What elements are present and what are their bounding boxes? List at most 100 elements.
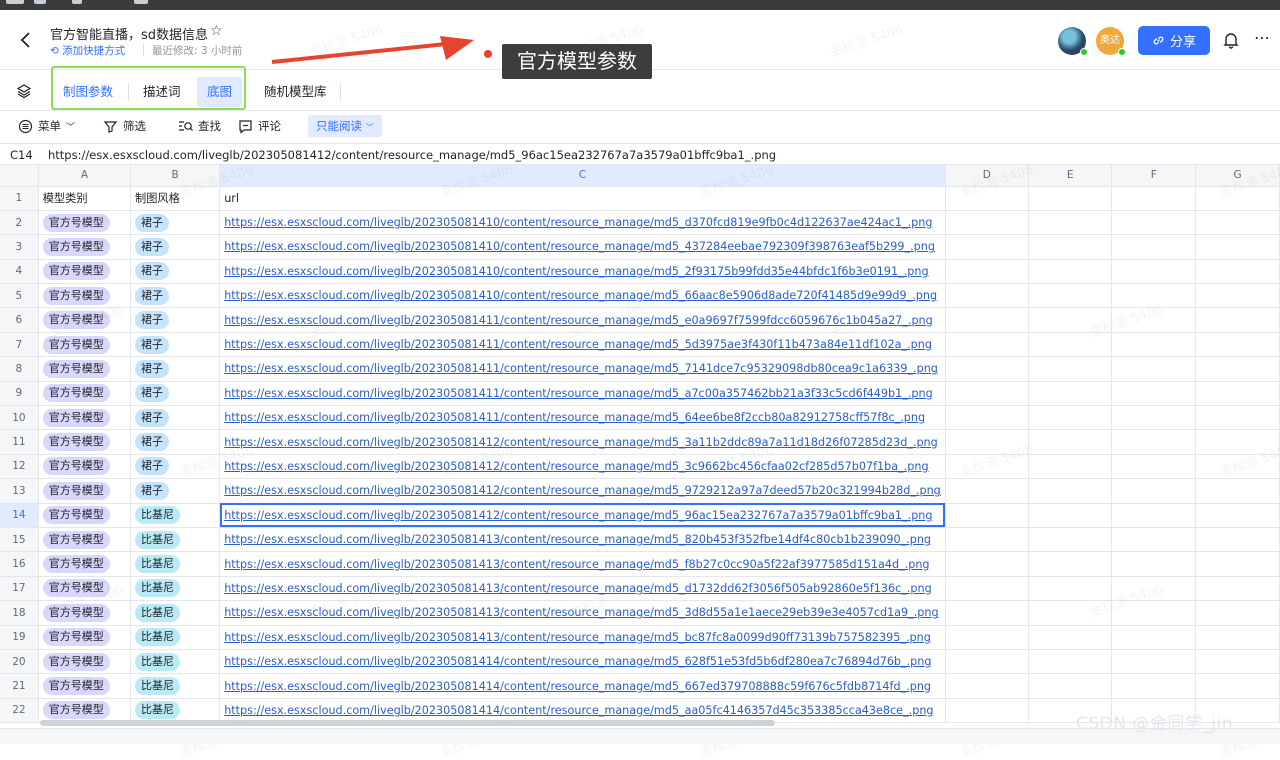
cell-category[interactable]: 官方号模型	[38, 429, 132, 455]
cell[interactable]	[1028, 600, 1113, 626]
cell-style[interactable]: 裙子	[130, 259, 221, 285]
cell[interactable]	[1111, 454, 1197, 480]
cell[interactable]	[1195, 576, 1280, 602]
cell[interactable]	[1111, 283, 1197, 309]
cell-category[interactable]: 官方号模型	[38, 527, 132, 553]
star-icon[interactable]: ☆	[210, 23, 223, 39]
cell-category[interactable]: 官方号模型	[38, 649, 132, 675]
cell-style[interactable]: 比基尼	[130, 673, 221, 699]
cell-url[interactable]: https://esx.esxscloud.com/liveglb/202305…	[219, 454, 946, 480]
cell-category[interactable]: 官方号模型	[38, 381, 132, 407]
cell-style[interactable]: 裙子	[130, 356, 221, 382]
cell[interactable]	[945, 551, 1029, 577]
cell[interactable]	[1111, 259, 1197, 285]
cell[interactable]	[1111, 551, 1197, 577]
cell-style[interactable]: 裙子	[130, 283, 221, 309]
cell-style[interactable]: 比基尼	[130, 576, 221, 602]
cell[interactable]	[1028, 307, 1113, 333]
row-number[interactable]: 8	[0, 356, 39, 382]
cell[interactable]	[1111, 649, 1197, 675]
cell[interactable]	[945, 698, 1029, 723]
url-link[interactable]: https://esx.esxscloud.com/liveglb/202305…	[224, 216, 932, 229]
cell[interactable]	[1111, 210, 1197, 236]
cell-url[interactable]: https://esx.esxscloud.com/liveglb/202305…	[219, 576, 946, 602]
horizontal-scrollbar[interactable]	[40, 720, 775, 726]
cell-category[interactable]: 官方号模型	[38, 551, 132, 577]
cell-style[interactable]: 比基尼	[130, 600, 221, 626]
cell[interactable]	[1111, 307, 1197, 333]
cell-style[interactable]: 裙子	[130, 234, 221, 260]
cell[interactable]	[1195, 234, 1280, 260]
cell-url[interactable]: https://esx.esxscloud.com/liveglb/202305…	[219, 698, 946, 723]
cell[interactable]	[945, 234, 1029, 260]
column-header[interactable]: F	[1111, 165, 1197, 187]
cell-category[interactable]: 官方号模型	[38, 332, 132, 358]
url-link[interactable]: https://esx.esxscloud.com/liveglb/202305…	[224, 265, 928, 278]
url-link[interactable]: https://esx.esxscloud.com/liveglb/202305…	[224, 411, 925, 424]
cell-url[interactable]: https://esx.esxscloud.com/liveglb/202305…	[219, 405, 946, 431]
cell-style[interactable]: 裙子	[130, 454, 221, 480]
cell-url[interactable]: https://esx.esxscloud.com/liveglb/202305…	[219, 356, 946, 382]
url-link[interactable]: https://esx.esxscloud.com/liveglb/202305…	[224, 680, 931, 693]
cell-url[interactable]: https://esx.esxscloud.com/liveglb/202305…	[219, 307, 946, 333]
cell[interactable]	[945, 259, 1029, 285]
cell[interactable]	[1195, 356, 1280, 382]
cell-url[interactable]: https://esx.esxscloud.com/liveglb/202305…	[219, 551, 946, 577]
cell[interactable]	[1195, 551, 1280, 577]
cell-url[interactable]: https://esx.esxscloud.com/liveglb/202305…	[219, 381, 946, 407]
cell-style[interactable]: 裙子	[130, 332, 221, 358]
cell[interactable]	[945, 478, 1029, 504]
cell[interactable]	[1195, 283, 1280, 309]
cell-url[interactable]: https://esx.esxscloud.com/liveglb/202305…	[219, 234, 946, 260]
cell[interactable]	[1111, 600, 1197, 626]
row-number[interactable]: 13	[0, 478, 39, 504]
cell-reference[interactable]: C14	[10, 148, 33, 162]
cell[interactable]	[945, 503, 1029, 528]
row-number[interactable]: 20	[0, 649, 39, 675]
row-number[interactable]: 2	[0, 210, 39, 236]
cell-url[interactable]: https://esx.esxscloud.com/liveglb/202305…	[219, 600, 946, 626]
cell[interactable]	[1028, 356, 1113, 382]
column-header[interactable]: B	[130, 165, 221, 187]
formula-value[interactable]: https://esx.esxscloud.com/liveglb/202305…	[48, 148, 776, 162]
cell[interactable]	[1195, 478, 1280, 504]
url-link[interactable]: https://esx.esxscloud.com/liveglb/202305…	[224, 606, 938, 619]
tab-random-model-library[interactable]: 随机模型库	[254, 77, 337, 107]
cell[interactable]	[1195, 649, 1280, 675]
cell[interactable]	[1028, 259, 1113, 285]
cell[interactable]	[945, 356, 1029, 382]
url-link[interactable]: https://esx.esxscloud.com/liveglb/202305…	[224, 533, 931, 546]
cell-category[interactable]: 官方号模型	[38, 405, 132, 431]
comment-button[interactable]: 评论	[238, 118, 281, 134]
cell[interactable]	[1028, 186, 1113, 211]
share-button[interactable]: 分享	[1138, 26, 1210, 55]
cell[interactable]	[945, 332, 1029, 358]
cell-url[interactable]: https://esx.esxscloud.com/liveglb/202305…	[219, 429, 946, 455]
row-number[interactable]: 6	[0, 307, 39, 333]
cell-category[interactable]: 官方号模型	[38, 307, 132, 333]
cell[interactable]	[1028, 381, 1113, 407]
cell-style[interactable]: 比基尼	[130, 551, 221, 577]
cell-style[interactable]: 比基尼	[130, 698, 221, 723]
cell[interactable]	[945, 405, 1029, 431]
cell[interactable]	[1028, 332, 1113, 358]
cell[interactable]	[1028, 478, 1113, 504]
url-link[interactable]: https://esx.esxscloud.com/liveglb/202305…	[224, 655, 931, 668]
cell-url[interactable]: https://esx.esxscloud.com/liveglb/202305…	[219, 503, 946, 528]
cell[interactable]	[945, 429, 1029, 455]
cell-category[interactable]: 官方号模型	[38, 478, 132, 504]
url-link[interactable]: https://esx.esxscloud.com/liveglb/202305…	[224, 631, 931, 644]
cell-style[interactable]: 比基尼	[130, 625, 221, 650]
cell-style[interactable]: 比基尼	[130, 503, 221, 528]
url-link[interactable]: https://esx.esxscloud.com/liveglb/202305…	[224, 338, 932, 351]
column-header[interactable]: G	[1195, 165, 1280, 187]
cell-url[interactable]: https://esx.esxscloud.com/liveglb/202305…	[219, 259, 946, 285]
cell-category[interactable]: 官方号模型	[38, 356, 132, 382]
cell[interactable]	[1195, 332, 1280, 358]
cell[interactable]	[1028, 625, 1113, 650]
row-number[interactable]: 14	[0, 503, 39, 528]
cell[interactable]	[1028, 527, 1113, 553]
cell[interactable]	[1028, 576, 1113, 602]
cell[interactable]	[1028, 210, 1113, 236]
back-arrow-icon[interactable]	[16, 30, 36, 50]
